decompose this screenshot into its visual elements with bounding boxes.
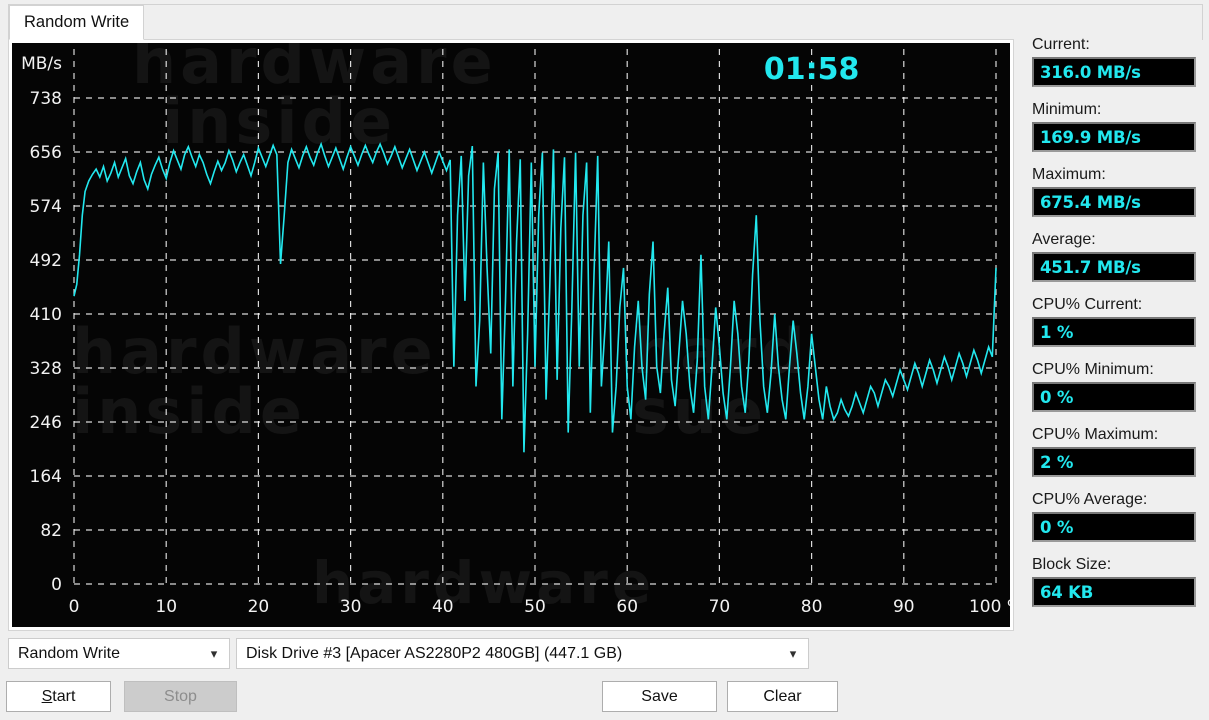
stat-label: Maximum: — [1032, 166, 1106, 183]
chart-frame: hardware inside hardware inside hard sue hardw… — [8, 39, 1014, 631]
y-axis-tick-label: 574 — [30, 197, 62, 217]
x-axis-tick-label: 10 — [155, 597, 177, 617]
y-axis-tick-label: 328 — [30, 359, 62, 379]
stat-value-box: 64 KB — [1032, 577, 1196, 607]
y-axis-tick-label: 164 — [30, 467, 62, 487]
statistics-panel: Current: 316.0 MB/s Minimum: 169.9 MB/s Maxi… — [1024, 36, 1209, 720]
tab-label: Random Write — [24, 13, 130, 31]
stat-label: Average: — [1032, 231, 1096, 248]
x-axis-tick-label: 70 — [709, 597, 731, 617]
x-axis-tick-label: 60 — [616, 597, 638, 617]
y-axis-unit-label: MB/s — [21, 54, 62, 74]
save-button[interactable]: Save — [602, 681, 717, 712]
y-axis-tick-label: 82 — [40, 521, 62, 541]
y-axis-tick-label: 410 — [30, 305, 62, 325]
clear-button[interactable]: Clear — [727, 681, 838, 712]
disk-drive-value: Disk Drive #3 [Apacer AS2280P2 480GB] (4… — [246, 644, 623, 662]
test-type-value: Random Write — [18, 644, 120, 662]
start-button-accel: S — [41, 687, 53, 705]
hdtune-benchmark-window: Random Write hardware inside hardware insid… — [0, 0, 1209, 720]
save-button-label: Save — [641, 687, 678, 705]
graph-canvas: hardwareinsidehardwareinsidehardsuehardw… — [12, 43, 1010, 627]
stat-label: Current: — [1032, 36, 1090, 53]
stat-label: Minimum: — [1032, 101, 1102, 118]
chevron-down-icon: ▾ — [789, 645, 797, 661]
stat-value-box: 169.9 MB/s — [1032, 122, 1196, 152]
stat-value-box: 451.7 MB/s — [1032, 252, 1196, 282]
stat-value-box: 0 % — [1032, 512, 1196, 542]
x-axis-tick-label: 80 — [801, 597, 823, 617]
stat-label: CPU% Maximum: — [1032, 426, 1159, 443]
chevron-down-icon: ▾ — [210, 645, 218, 661]
tab-bar: Random Write — [0, 0, 1209, 40]
svg-text:hardware: hardware — [312, 549, 655, 617]
stat-value-box: 316.0 MB/s — [1032, 57, 1196, 87]
stat-value-box: 2 % — [1032, 447, 1196, 477]
start-button[interactable]: Start — [6, 681, 111, 712]
y-axis-tick-label: 0 — [51, 575, 62, 595]
elapsed-timer: 01:58 — [764, 52, 860, 87]
x-axis-tick-label: 50 — [524, 597, 546, 617]
x-axis-tick-label: 20 — [248, 597, 270, 617]
stop-button-label: Stop — [164, 687, 197, 705]
stat-label: Block Size: — [1032, 556, 1112, 573]
disk-drive-select[interactable]: Disk Drive #3 [Apacer AS2280P2 480GB] (4… — [236, 638, 809, 669]
x-axis-tick-label: 30 — [340, 597, 362, 617]
stat-label: CPU% Average: — [1032, 491, 1148, 508]
benchmark-graph: hardware inside hardware inside hard sue hardw… — [12, 43, 1010, 627]
y-axis-tick-label: 738 — [30, 89, 62, 109]
svg-text:inside: inside — [162, 85, 396, 158]
start-button-label: tart — [52, 687, 76, 705]
stat-value-box: 675.4 MB/s — [1032, 187, 1196, 217]
stat-value-box: 0 % — [1032, 382, 1196, 412]
tab-strip — [8, 4, 1203, 40]
tab-random-write[interactable]: Random Write — [9, 5, 145, 40]
stop-button: Stop — [124, 681, 237, 712]
y-axis-tick-label: 656 — [30, 143, 62, 163]
x-axis-tick-label: 40 — [432, 597, 454, 617]
stat-label: CPU% Minimum: — [1032, 361, 1154, 378]
x-axis-tick-label: 90 — [893, 597, 915, 617]
svg-text:inside: inside — [72, 375, 306, 448]
y-axis-tick-label: 246 — [30, 413, 62, 433]
stat-label: CPU% Current: — [1032, 296, 1143, 313]
x-axis-tick-label: 0 — [69, 597, 80, 617]
stat-value-box: 1 % — [1032, 317, 1196, 347]
clear-button-label: Clear — [763, 687, 802, 705]
y-axis-tick-label: 492 — [30, 251, 62, 271]
test-type-select[interactable]: Random Write ▾ — [8, 638, 230, 669]
x-axis-tick-label: 100 % — [969, 597, 1010, 617]
controls-bar: Random Write ▾ Disk Drive #3 [Apacer AS2… — [0, 633, 1016, 720]
